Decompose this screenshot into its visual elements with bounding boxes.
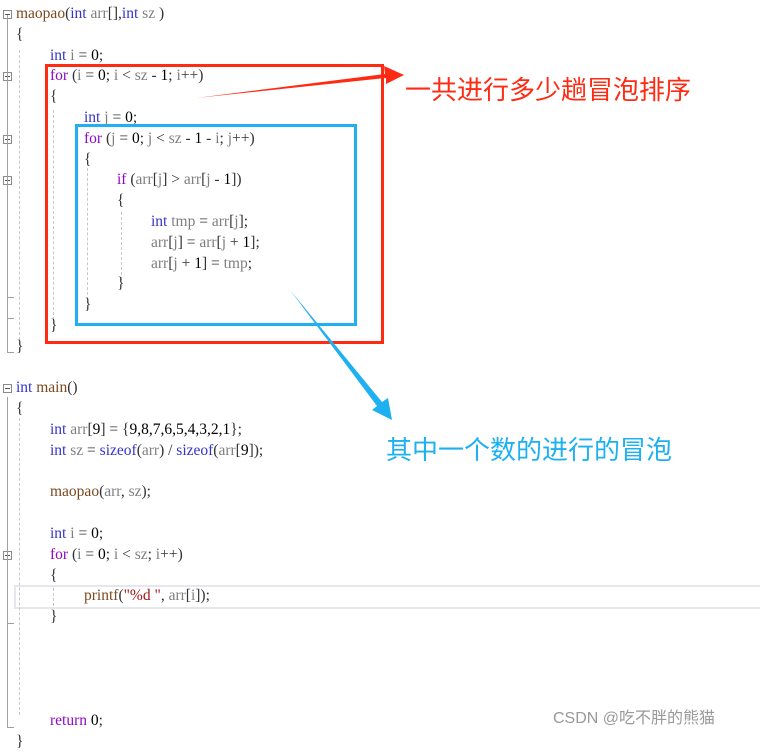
code-token: "%d " [123, 587, 161, 605]
watermark: CSDN @吃不胖的熊猫 [553, 710, 716, 727]
code-token: i [66, 525, 75, 542]
code-line: for (i = 0; i < sz; i++) [50, 545, 183, 565]
code-token: ]); [195, 587, 210, 605]
code-token: ); [141, 483, 151, 501]
code-token: { [50, 566, 58, 584]
code-token: sz [138, 5, 159, 22]
code-token: 0 [91, 46, 99, 64]
code-token: int [50, 421, 67, 438]
fold-outline [7, 15, 8, 353]
code-token: int [50, 441, 67, 459]
code-token: = [74, 46, 92, 64]
fold-toggle-icon[interactable] [3, 384, 12, 394]
code-token: main [32, 379, 68, 397]
fold-end-tick [7, 623, 14, 624]
code-token: { [16, 25, 24, 43]
code-token: ++) [160, 545, 183, 563]
inner-loop-annotation: 其中一个数的进行的冒泡 [386, 436, 673, 466]
code-line: return 0; [50, 711, 103, 731]
code-line: { [16, 399, 23, 419]
code-token: ] = { [100, 421, 130, 438]
code-token: = [81, 545, 98, 563]
code-token: return [50, 712, 88, 730]
code-token: 9,8,7,6,5,4,3,2,1 [129, 421, 231, 438]
fold-end-tick [7, 318, 14, 319]
code-token: }; [230, 421, 242, 438]
code-line: int sz = sizeof(arr) / sizeof(arr[9]); [50, 441, 263, 461]
code-token: 0 [97, 545, 106, 563]
code-token: 0 [91, 525, 99, 542]
indent-guide [19, 418, 20, 715]
indent-guide [19, 50, 20, 340]
code-token: = [83, 441, 100, 459]
code-token: 9 [240, 441, 249, 459]
code-editor[interactable]: maopao(int arr[],int sz ){int i = 0; for … [0, 0, 760, 750]
indent-guide [53, 588, 54, 606]
code-token: } [16, 337, 24, 355]
code-line: int i = 0; [50, 524, 103, 544]
code-line: { [16, 25, 23, 45]
code-token: sizeof [176, 441, 214, 459]
code-token: ; [105, 545, 114, 563]
code-token: maopao [50, 483, 100, 501]
outer-loop-annotation: 一共进行多少趟冒泡排序 [405, 76, 692, 106]
code-token: arr [104, 483, 121, 501]
code-token: sizeof [99, 441, 137, 459]
code-line: maopao(arr, sz); [50, 482, 151, 502]
code-token: } [50, 608, 58, 626]
code-line: int arr[9] = {9,8,7,6,5,4,3,2,1}; [50, 420, 242, 440]
code-token: int [16, 379, 33, 397]
code-token: } [16, 733, 24, 750]
code-token: ; [98, 46, 104, 64]
code-token: arr [168, 587, 186, 605]
code-token: () [67, 379, 78, 397]
code-token: ]); [248, 441, 264, 459]
code-token: int [50, 46, 67, 64]
code-token: arr [66, 421, 88, 438]
code-token: printf [84, 587, 119, 605]
code-line: { [50, 566, 57, 586]
code-line: int main() [16, 378, 78, 398]
code-token: maopao [16, 5, 66, 22]
fold-outline [7, 397, 8, 728]
code-token: sz [66, 441, 84, 459]
code-token: sz [128, 483, 142, 501]
code-token: sz [134, 545, 148, 563]
code-token: for [50, 545, 69, 563]
code-token: ( [68, 545, 78, 563]
code-line: printf("%d ", arr[i]); [84, 586, 210, 606]
fold-end-tick [7, 352, 14, 353]
code-token: ; [147, 545, 156, 563]
code-token: ; [98, 525, 104, 542]
code-token: int [70, 5, 87, 22]
code-token: arr [141, 441, 160, 459]
code-token: { [16, 400, 24, 418]
code-token: int [121, 5, 139, 22]
code-line: } [16, 732, 23, 752]
code-token: [], [107, 5, 122, 22]
fold-end-tick [7, 297, 14, 298]
code-token: ; [98, 712, 103, 730]
code-line: maopao(int arr[],int sz ) [16, 4, 164, 24]
code-token: = [74, 525, 92, 542]
code-token: , [160, 587, 169, 605]
code-token: ) / [159, 441, 177, 459]
code-token: int [50, 525, 67, 542]
code-line: } [50, 607, 57, 627]
code-token: < [118, 545, 135, 563]
code-token: , [120, 483, 129, 501]
code-token: ) [158, 5, 165, 22]
fold-end-tick [7, 727, 14, 728]
code-token: i [66, 46, 75, 64]
code-line: } [16, 337, 23, 357]
inner-loop-highlight-box [75, 124, 357, 326]
code-line: int i = 0; [50, 46, 103, 66]
code-token: arr [86, 5, 108, 22]
code-token: arr [218, 441, 236, 459]
code-token: 0 [87, 712, 99, 730]
